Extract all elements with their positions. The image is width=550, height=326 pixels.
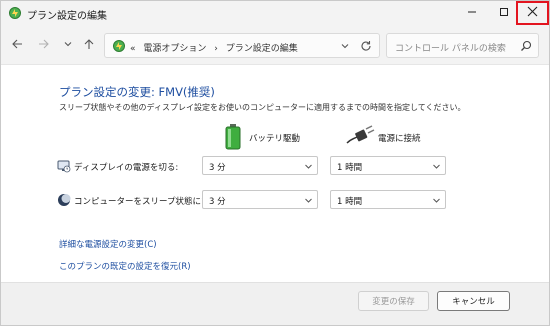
breadcrumb-overflow[interactable]: « (130, 44, 136, 54)
chevron-down-icon (304, 162, 313, 171)
minimize-icon (467, 7, 477, 20)
title-bar: プラン設定の編集 (1, 1, 549, 25)
cancel-button[interactable]: キャンセル (437, 291, 510, 311)
chevron-down-icon (341, 44, 349, 49)
sleep-label: コンピューターをスリープ状態にする: (74, 197, 221, 207)
restore-defaults-link[interactable]: このプランの既定の設定を復元(R) (59, 260, 191, 272)
arrow-up-icon (83, 38, 95, 53)
power-options-icon (112, 39, 126, 53)
chevron-down-icon (432, 162, 441, 171)
search-placeholder: コントロール パネルの検索 (395, 44, 506, 54)
breadcrumb-separator-icon: › (214, 44, 218, 54)
advanced-settings-link[interactable]: 詳細な電源設定の変更(C) (59, 238, 157, 250)
chevron-down-icon (63, 39, 73, 52)
sleep-moon-icon (57, 193, 71, 207)
selected-value: 1 時間 (337, 163, 363, 173)
selected-value: 3 分 (209, 197, 226, 207)
recent-locations-button[interactable] (60, 37, 76, 53)
navigation-bar: « 電源オプション › プラン設定の編集 コントロール パネルの検索 (1, 25, 549, 65)
page-title: プラン設定の変更: FMV(推奨) (59, 85, 215, 99)
power-plug-icon (345, 123, 375, 150)
close-icon (527, 6, 538, 20)
close-button[interactable] (516, 1, 549, 25)
refresh-button[interactable] (359, 39, 373, 53)
maximize-button[interactable] (488, 1, 519, 25)
setting-row-display-off: ディスプレイの電源を切る: 3 分 1 時間 (1, 156, 549, 176)
breadcrumb-power-options[interactable]: 電源オプション (143, 44, 206, 54)
refresh-icon (361, 41, 371, 51)
save-changes-button[interactable]: 変更の保存 (358, 291, 429, 311)
minimize-button[interactable] (456, 1, 487, 25)
battery-icon (223, 123, 243, 154)
display-off-battery-select[interactable]: 3 分 (202, 156, 318, 175)
sleep-battery-select[interactable]: 3 分 (202, 190, 318, 209)
footer-bar: 変更の保存 キャンセル (1, 282, 549, 325)
search-icon[interactable] (520, 40, 532, 52)
address-dropdown-button[interactable] (339, 40, 351, 52)
address-bar[interactable]: « 電源オプション › プラン設定の編集 (104, 33, 380, 58)
display-off-label: ディスプレイの電源を切る: (74, 163, 179, 173)
battery-label: バッテリ駆動 (249, 134, 301, 144)
arrow-right-icon (38, 38, 50, 53)
selected-value: 1 時間 (337, 197, 363, 207)
chevron-down-icon (432, 196, 441, 205)
back-button[interactable] (9, 37, 25, 53)
content-area: プラン設定の変更: FMV(推奨) スリープ状態やその他のディスプレイ設定をお使… (1, 66, 549, 282)
display-off-plugged-select[interactable]: 1 時間 (330, 156, 446, 175)
display-icon (57, 159, 71, 173)
plugged-label: 電源に接続 (378, 134, 421, 144)
edit-plan-settings-window: プラン設定の編集 « 電源オプション › プラン設定の編集 コントロール パネル… (0, 0, 550, 326)
up-button[interactable] (81, 37, 97, 53)
setting-row-sleep: コンピューターをスリープ状態にする: 3 分 1 時間 (1, 190, 549, 210)
sleep-plugged-select[interactable]: 1 時間 (330, 190, 446, 209)
selected-value: 3 分 (209, 163, 226, 173)
window-title: プラン設定の編集 (27, 11, 107, 22)
breadcrumb: « 電源オプション › プラン設定の編集 (130, 41, 298, 54)
page-description: スリープ状態やその他のディスプレイ設定をお使いのコンピューターに適用するまでの時… (59, 103, 466, 112)
chevron-down-icon (304, 196, 313, 205)
breadcrumb-edit-plan[interactable]: プラン設定の編集 (226, 44, 298, 54)
power-options-icon (8, 6, 22, 20)
maximize-icon (499, 7, 509, 20)
arrow-left-icon (11, 38, 23, 53)
forward-button[interactable] (36, 37, 52, 53)
search-box[interactable]: コントロール パネルの検索 (386, 33, 539, 58)
